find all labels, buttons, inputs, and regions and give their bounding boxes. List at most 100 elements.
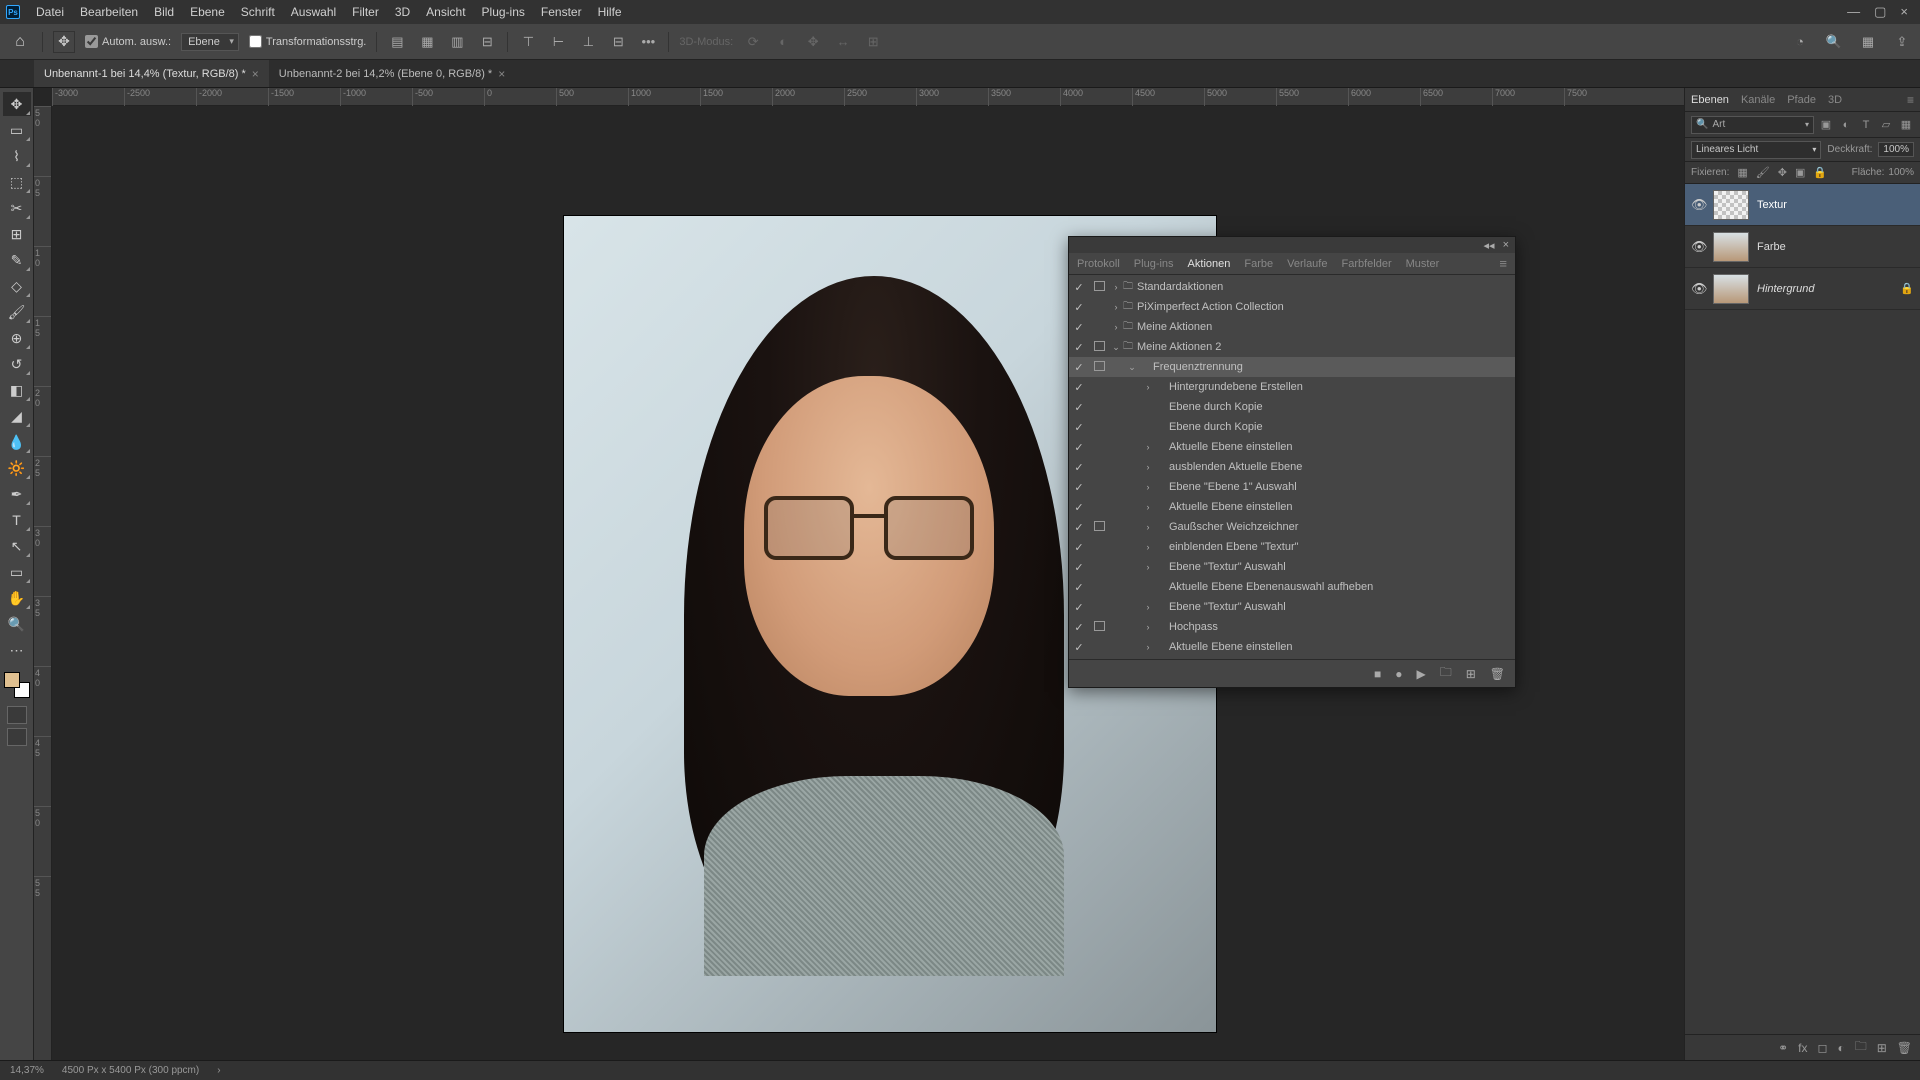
expand-icon[interactable]: › [1141, 562, 1155, 572]
action-enable-checkbox[interactable]: ✓ [1069, 361, 1089, 374]
menu-3d[interactable]: 3D [387, 5, 418, 19]
home-button[interactable]: ⌂ [8, 30, 32, 54]
action-row[interactable]: ✓›🗀Meine Aktionen [1069, 317, 1515, 337]
action-name[interactable]: PiXimperfect Action Collection [1135, 301, 1515, 313]
action-name[interactable]: Aktuelle Ebene einstellen [1167, 501, 1515, 513]
expand-icon[interactable]: › [1141, 502, 1155, 512]
action-enable-checkbox[interactable]: ✓ [1069, 541, 1089, 554]
layer-name[interactable]: Textur [1757, 199, 1787, 211]
tab-3d[interactable]: 3D [1828, 94, 1842, 106]
action-enable-checkbox[interactable]: ✓ [1069, 481, 1089, 494]
visibility-icon[interactable]: 👁 [1691, 197, 1705, 213]
action-name[interactable]: ausblenden Aktuelle Ebene [1167, 461, 1515, 473]
crop-tool[interactable]: ✂ [3, 196, 31, 220]
action-enable-checkbox[interactable]: ✓ [1069, 441, 1089, 454]
share-icon[interactable]: ⇪ [1892, 32, 1912, 52]
expand-icon[interactable]: › [1109, 282, 1123, 292]
tab-history[interactable]: Protokoll [1077, 258, 1120, 270]
filter-type-icon[interactable]: T [1858, 117, 1874, 133]
brush-tool[interactable]: 🖌 [3, 300, 31, 324]
action-row[interactable]: ✓›Ebene "Ebene 1" Auswahl [1069, 477, 1515, 497]
window-close-icon[interactable]: × [1900, 4, 1908, 20]
layer-mask-icon[interactable]: ◻ [1817, 1041, 1827, 1055]
eyedropper-tool[interactable]: ✎ [3, 248, 31, 272]
action-row[interactable]: ✓ › Hintergrundebene Erstellen [1069, 377, 1515, 397]
action-name[interactable]: Ebene durch Kopie [1167, 421, 1515, 433]
zoom-level[interactable]: 14,37% [10, 1065, 44, 1076]
align-top-icon[interactable]: ⊤ [518, 32, 538, 52]
quick-mask-button[interactable] [7, 706, 27, 724]
action-name[interactable]: Hochpass [1167, 621, 1515, 633]
lock-position-icon[interactable]: ✥ [1778, 166, 1787, 179]
action-row[interactable]: ✓⌄🗀Meine Aktionen 2 [1069, 337, 1515, 357]
action-enable-checkbox[interactable]: ✓ [1069, 381, 1089, 394]
marquee-tool[interactable]: ▭ [3, 118, 31, 142]
action-dialog-toggle[interactable] [1089, 361, 1109, 374]
expand-icon[interactable]: › [1141, 382, 1155, 392]
menu-window[interactable]: Fenster [533, 5, 590, 19]
doc-tab-1[interactable]: Unbenannt-1 bei 14,4% (Textur, RGB/8) * … [34, 60, 269, 87]
doc-tab-2[interactable]: Unbenannt-2 bei 14,2% (Ebene 0, RGB/8) *… [269, 60, 515, 87]
tab-channels[interactable]: Kanäle [1741, 94, 1775, 106]
action-row[interactable]: ✓›Aktuelle Ebene einstellen [1069, 437, 1515, 457]
action-enable-checkbox[interactable]: ✓ [1069, 281, 1089, 294]
action-name[interactable]: Meine Aktionen 2 [1135, 341, 1515, 353]
history-brush-tool[interactable]: ↺ [3, 352, 31, 376]
object-select-tool[interactable]: ⬚ [3, 170, 31, 194]
workspace-icon[interactable]: ▦ [1858, 32, 1878, 52]
layer-row[interactable]: 👁Farbe [1685, 226, 1920, 268]
action-name[interactable]: Aktuelle Ebene Ebenenauswahl aufheben [1167, 581, 1515, 593]
action-name[interactable]: Aktuelle Ebene einstellen [1167, 441, 1515, 453]
expand-icon[interactable]: › [1141, 542, 1155, 552]
transform-controls-checkbox[interactable]: Transformationsstrg. [249, 35, 366, 48]
zoom-tool[interactable]: 🔍 [3, 612, 31, 636]
action-name[interactable]: Frequenztrennung [1151, 361, 1515, 373]
lock-artboard-icon[interactable]: ▣ [1795, 166, 1805, 179]
action-dialog-toggle[interactable] [1089, 341, 1109, 354]
menu-filter[interactable]: Filter [344, 5, 387, 19]
action-row[interactable]: ✓›Ebene "Textur" Auswahl [1069, 597, 1515, 617]
layer-group-icon[interactable]: 🗀 [1855, 1037, 1867, 1058]
type-tool[interactable]: T [3, 508, 31, 532]
menu-edit[interactable]: Bearbeiten [72, 5, 146, 19]
record-action-icon[interactable]: ● [1395, 667, 1402, 681]
stop-action-icon[interactable]: ■ [1374, 667, 1381, 681]
auto-select-checkbox[interactable]: Autom. ausw.: [85, 35, 171, 48]
shape-tool[interactable]: ▭ [3, 560, 31, 584]
gradient-tool[interactable]: ◢ [3, 404, 31, 428]
stamp-tool[interactable]: ⊕ [3, 326, 31, 350]
eraser-tool[interactable]: ◧ [3, 378, 31, 402]
actions-panel[interactable]: ◂◂ × Protokoll Plug-ins Aktionen Farbe V… [1068, 236, 1516, 688]
healing-tool[interactable]: ◇ [3, 274, 31, 298]
delete-layer-icon[interactable]: 🗑 [1897, 1041, 1912, 1055]
opacity-input[interactable]: 100% [1878, 142, 1914, 157]
action-enable-checkbox[interactable]: ✓ [1069, 561, 1089, 574]
adjustment-layer-icon[interactable]: ◐ [1837, 1041, 1844, 1055]
visibility-icon[interactable]: 👁 [1691, 281, 1705, 297]
layer-name[interactable]: Hintergrund [1757, 283, 1814, 295]
doc-info[interactable]: 4500 Px x 5400 Px (300 ppcm) [62, 1065, 199, 1076]
menu-view[interactable]: Ansicht [418, 5, 473, 19]
new-action-icon[interactable]: ⊞ [1466, 667, 1476, 681]
tool-preset-button[interactable]: ✥ [53, 31, 75, 53]
align-left-icon[interactable]: ▤ [387, 32, 407, 52]
expand-icon[interactable]: ⌄ [1125, 362, 1139, 373]
action-row[interactable]: ✓›Aktuelle Ebene einstellen [1069, 497, 1515, 517]
distribute-h-icon[interactable]: ⊟ [477, 32, 497, 52]
action-row[interactable]: ✓›🗀PiXimperfect Action Collection [1069, 297, 1515, 317]
action-enable-checkbox[interactable]: ✓ [1069, 341, 1089, 354]
action-row[interactable]: ✓›Ebene "Textur" Auswahl [1069, 557, 1515, 577]
play-action-icon[interactable]: ▶ [1416, 667, 1425, 681]
blend-mode-select[interactable]: Lineares Licht ▾ [1691, 141, 1821, 159]
action-enable-checkbox[interactable]: ✓ [1069, 401, 1089, 414]
layer-group-select[interactable]: Ebene [181, 33, 239, 51]
frame-tool[interactable]: ⊞ [3, 222, 31, 246]
action-name[interactable]: Ebene "Textur" Auswahl [1167, 601, 1515, 613]
action-name[interactable]: Hintergrundebene Erstellen [1167, 381, 1515, 393]
filter-adjust-icon[interactable]: ◐ [1838, 117, 1854, 133]
filter-smart-icon[interactable]: ▦ [1898, 117, 1914, 133]
layer-name[interactable]: Farbe [1757, 241, 1786, 253]
action-enable-checkbox[interactable]: ✓ [1069, 581, 1089, 594]
layer-filter-select[interactable]: 🔍 Art ▾ [1691, 116, 1814, 134]
menu-help[interactable]: Hilfe [590, 5, 630, 19]
